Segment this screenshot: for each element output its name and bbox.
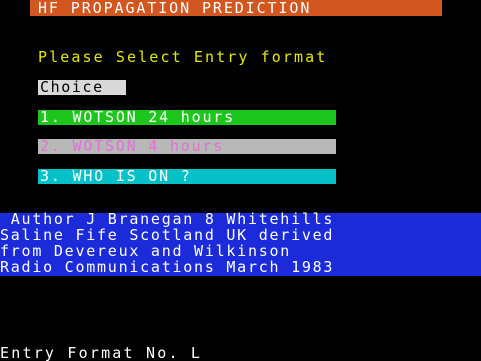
credits-line: Author J Branegan 8 Whitehills bbox=[0, 210, 335, 228]
title-bar: HF PROPAGATION PREDICTION bbox=[30, 0, 442, 16]
credits-line: Radio Communications March 1983 bbox=[0, 258, 335, 276]
option-wotson-24-hours[interactable]: 1. WOTSON 24 hours bbox=[38, 108, 336, 126]
spectrum-screen: HF PROPAGATION PREDICTION Please Select … bbox=[0, 0, 481, 361]
entry-format-input[interactable]: Entry Format No. L bbox=[0, 345, 202, 361]
option-label: 2. WOTSON 4 hours bbox=[40, 137, 225, 155]
credits-line: from Devereux and Wilkinson bbox=[0, 242, 292, 260]
option-wotson-4-hours[interactable]: 2. WOTSON 4 hours bbox=[38, 137, 336, 155]
option-label: 1. WOTSON 24 hours bbox=[40, 108, 235, 126]
page-title: HF PROPAGATION PREDICTION bbox=[38, 0, 312, 17]
choice-header: Choice bbox=[38, 78, 126, 96]
option-who-is-on[interactable]: 3. WHO IS ON ? bbox=[38, 167, 336, 185]
choice-label: Choice bbox=[40, 78, 104, 96]
credits-line: Saline Fife Scotland UK derived bbox=[0, 226, 335, 244]
author-credits-block: Author J Branegan 8 Whitehills Saline Fi… bbox=[0, 210, 481, 276]
select-format-prompt: Please Select Entry format bbox=[38, 48, 328, 66]
option-label: 3. WHO IS ON ? bbox=[40, 167, 192, 185]
